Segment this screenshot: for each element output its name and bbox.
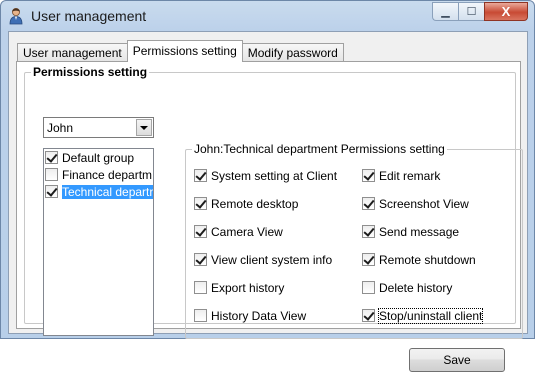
perm-label: Edit remark [379,169,441,183]
permissions-group: John:Technical department Permissions se… [185,142,523,339]
list-item-technical-department[interactable]: Technical departr [45,184,153,200]
group-checkbox-finance[interactable] [45,168,58,181]
perm-checkbox[interactable] [362,281,375,294]
client-area: User management Permissions setting Modi… [8,31,528,372]
perm-checkbox[interactable] [194,309,207,322]
perm-export-history[interactable]: Export history [194,280,284,296]
perm-checkbox[interactable] [362,225,375,238]
close-icon: X [501,4,511,19]
perm-camera-view[interactable]: Camera View [194,224,283,240]
tab-modify-password[interactable]: Modify password [241,43,344,62]
perm-label: View client system info [211,253,333,267]
maximize-icon: ☐ [466,6,477,18]
perm-checkbox[interactable] [362,197,375,210]
chevron-down-icon [140,125,148,130]
perm-checkbox[interactable] [194,169,207,182]
perm-checkbox[interactable] [194,253,207,266]
user-select-dropdown-button[interactable] [136,119,152,136]
user-icon [9,8,23,25]
perm-system-setting-at-client[interactable]: System setting at Client [194,168,337,184]
permissions-setting-label: Permissions setting [31,65,150,79]
perm-label: System setting at Client [211,169,338,183]
user-select-value: John [47,121,74,135]
perm-checkbox[interactable] [194,225,207,238]
group-checkbox-default[interactable] [45,151,58,164]
group-checkbox-technical[interactable] [45,185,58,198]
title-bar[interactable]: User management ▁ ☐ X [1,1,534,31]
minimize-icon: ▁ [441,6,450,18]
perm-checkbox[interactable] [362,309,375,322]
list-item-label: Technical departr [62,185,153,199]
perm-label: History Data View [211,309,307,323]
perm-label: Delete history [379,281,453,295]
group-list[interactable]: Default group Finance departm Technical … [43,148,154,336]
tab-permissions-setting[interactable]: Permissions setting [126,40,243,62]
tab-strip: User management Permissions setting Modi… [17,40,344,62]
permissions-title: John:Technical department Permissions se… [192,142,447,156]
minimize-button[interactable]: ▁ [432,2,458,21]
caption-buttons: ▁ ☐ X [432,2,528,22]
permissions-tab-page: Permissions setting John Default group F… [16,61,523,372]
perm-remote-shutdown[interactable]: Remote shutdown [362,252,476,268]
perm-remote-desktop[interactable]: Remote desktop [194,196,298,212]
perm-send-message[interactable]: Send message [362,224,459,240]
perm-label: Camera View [211,225,283,239]
perm-label: Remote desktop [211,197,299,211]
list-item-label: Finance departm [62,168,153,182]
tab-user-management[interactable]: User management [17,43,128,62]
perm-edit-remark[interactable]: Edit remark [362,168,440,184]
window-title: User management [31,8,147,24]
user-select[interactable]: John [43,117,154,138]
perm-delete-history[interactable]: Delete history [362,280,452,296]
perm-label: Stop/uninstall client [377,308,484,324]
perm-screenshot-view[interactable]: Screenshot View [362,196,469,212]
close-button[interactable]: X [484,2,528,21]
maximize-button[interactable]: ☐ [458,2,484,21]
user-management-window: User management ▁ ☐ X User management Pe… [0,0,535,372]
perm-view-client-system-info[interactable]: View client system info [194,252,332,268]
perm-checkbox[interactable] [362,169,375,182]
list-item-finance-department[interactable]: Finance departm [45,167,153,183]
perm-label: Remote shutdown [379,253,476,267]
perm-checkbox[interactable] [194,281,207,294]
perm-stop-uninstall-client[interactable]: Stop/uninstall client [362,308,484,324]
perm-checkbox[interactable] [194,197,207,210]
perm-history-data-view[interactable]: History Data View [194,308,306,324]
perm-label: Export history [211,281,285,295]
perm-checkbox[interactable] [362,253,375,266]
perm-label: Screenshot View [379,197,469,211]
save-button[interactable]: Save [409,348,505,372]
list-item-label: Default group [62,151,135,165]
perm-label: Send message [379,225,460,239]
list-item-default-group[interactable]: Default group [45,150,153,166]
